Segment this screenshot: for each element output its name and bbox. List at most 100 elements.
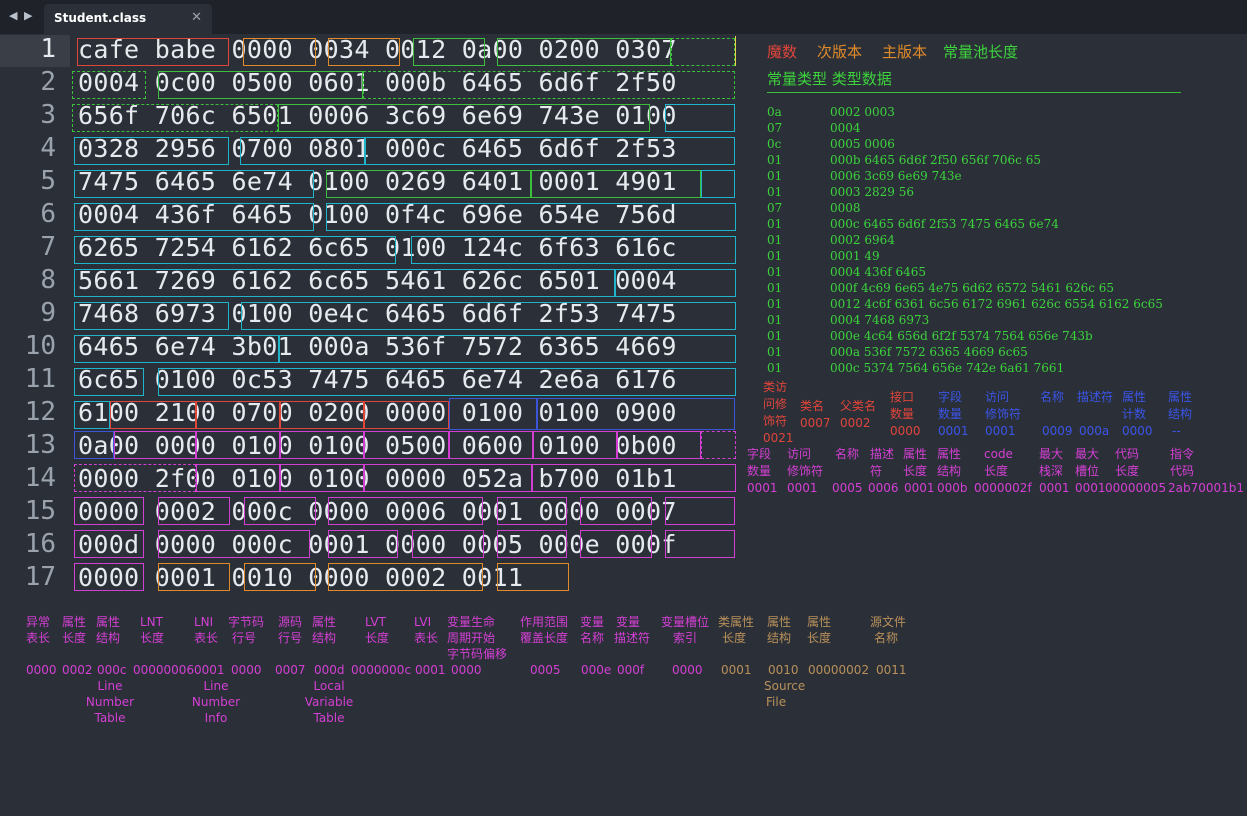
lvt-struct-label: 结构 — [312, 631, 337, 645]
code-line[interactable]: 7468 6973 0100 0e4c 6465 6d6f 2f53 7475 — [78, 299, 677, 328]
source-file-name: Source — [764, 679, 806, 693]
lnt-len-label: LNT — [140, 615, 163, 629]
cp-header: 常量类型 类型数据 — [767, 70, 892, 88]
cp-type: 01 — [767, 217, 783, 231]
lni-name: Number — [191, 695, 241, 709]
src-line-label: 行号 — [278, 631, 303, 645]
code-line[interactable]: 6100 2100 0700 0200 0000 0100 0100 0900 — [78, 398, 677, 427]
cp-data: 0001 49 — [830, 249, 880, 263]
src-file-value: 0011 — [876, 663, 907, 677]
cp-type: 01 — [767, 345, 783, 359]
line-number: 13 — [24, 430, 56, 460]
cp-type: 01 — [767, 185, 783, 199]
cp-data: 000c 5374 7564 656e 742e 6a61 7661 — [830, 361, 1065, 375]
code-line[interactable]: 7475 6465 6e74 0100 0269 6401 0001 4901 — [78, 167, 677, 196]
code-line[interactable]: cafe babe 0000 0034 0012 0a00 0200 0307 — [78, 35, 677, 64]
bc-line-label: 行号 — [232, 631, 257, 645]
code-line[interactable]: 0004 0c00 0500 0601 000b 6465 6d6f 2f50 — [78, 68, 677, 97]
slot-label: 变量槽位 — [661, 615, 710, 629]
sf-attr-len-value: 00000002 — [808, 663, 870, 677]
cp-type: 01 — [767, 265, 783, 279]
line-number: 15 — [24, 496, 56, 526]
code-line[interactable]: 0000 0001 0010 0000 0002 0011 — [78, 563, 523, 592]
slot-value: 0000 — [672, 663, 703, 677]
code-line[interactable]: 656f 706c 6501 0006 3c69 6e69 743e 0100 — [78, 101, 677, 130]
field-attr-value: 0000 — [1122, 424, 1153, 438]
cp-data: 000b 6465 6d6f 2f50 656f 706c 65 — [830, 153, 1041, 167]
var-desc-value: 000f — [617, 663, 645, 677]
this-class-label: 类名 — [800, 399, 825, 413]
method-count-value: 0001 — [747, 481, 778, 495]
cp-data: 0003 2829 56 — [830, 185, 914, 199]
lvi-len-value: 0001 — [415, 663, 446, 677]
lnt-name: Table — [94, 711, 126, 725]
code-line[interactable]: 0a00 0000 0100 0100 0500 0600 0100 0b00 — [78, 431, 677, 460]
max-locals-label: 最大 — [1075, 447, 1100, 461]
cp-divider — [767, 92, 1181, 93]
var-name-value: 000e — [581, 663, 612, 677]
scope-label: 覆盖长度 — [520, 631, 569, 645]
field-count-label: 字段 — [938, 390, 963, 404]
lni-len-label: 表长 — [194, 631, 219, 645]
line-number: 5 — [40, 166, 56, 196]
class-attr-len-label: 类属性 — [718, 615, 755, 629]
magic-label: 魔数 — [767, 43, 798, 61]
cp-type: 0c — [767, 137, 782, 151]
close-icon[interactable]: ✕ — [191, 10, 202, 25]
code-line[interactable]: 0328 2956 0700 0801 000c 6465 6d6f 2f53 — [78, 134, 677, 163]
slot-label: 索引 — [673, 631, 698, 645]
max-stack-value: 0001 — [1039, 481, 1070, 495]
code-line[interactable]: 6c65 0100 0c53 7475 6465 6e74 2e6a 6176 — [78, 365, 677, 394]
bytecode-length-value: 00000005 — [1105, 481, 1167, 495]
cp-type: 01 — [767, 313, 783, 327]
access-label: 饰符 — [763, 414, 788, 428]
code-line[interactable]: 0004 436f 6465 0100 0f4c 696e 654e 756d — [78, 200, 677, 229]
forward-icon[interactable]: ▶ — [24, 9, 32, 22]
cp-type: 01 — [767, 169, 783, 183]
method-name-label: 名称 — [835, 447, 860, 461]
class-attr-struct-label: 结构 — [767, 631, 792, 645]
method-attr-len-label: 长度 — [903, 464, 928, 478]
cp-data: 0004 436f 6465 — [830, 265, 927, 279]
cp-data: 000f 4c69 6e65 4e75 6d62 6572 5461 626c … — [830, 281, 1115, 295]
lnt-len-label: 长度 — [140, 631, 165, 645]
lvt-len-label: LVT — [365, 615, 386, 629]
field-attr-struct-label: 结构 — [1168, 407, 1193, 421]
code-line[interactable]: 6465 6e74 3b01 000a 536f 7572 6365 4669 — [78, 332, 677, 361]
var-name-label: 名称 — [580, 631, 605, 645]
method-attr-len-value: 0001 — [904, 481, 935, 495]
cp-type: 01 — [767, 329, 783, 343]
attr-struct-value: 000c — [97, 663, 127, 677]
src-line-value: 0007 — [275, 663, 306, 677]
cp-type: 01 — [767, 153, 783, 167]
exc-value: 0000 — [26, 663, 57, 677]
code-line[interactable]: 0000 0002 000c 0000 0006 0001 0000 0007 — [78, 497, 677, 526]
src-file-label: 源文件 — [870, 615, 907, 629]
scope-value: 0005 — [530, 663, 561, 677]
class-attr-struct-label: 属性 — [767, 615, 792, 629]
major-version-label: 主版本 — [882, 43, 928, 61]
code-line[interactable]: 5661 7269 6162 6c65 5461 626c 6501 0004 — [78, 266, 677, 295]
field-access-value: 0001 — [985, 424, 1016, 438]
lni-len-value: 0001 — [194, 663, 225, 677]
back-icon[interactable]: ◀ — [9, 9, 17, 22]
line-number: 4 — [40, 133, 56, 163]
line-number: 7 — [40, 232, 56, 262]
code-line[interactable]: 000d 0000 000c 0001 0000 0005 000e 000f — [78, 530, 677, 559]
code-line[interactable]: 6265 7254 6162 6c65 0100 124c 6f63 616c — [78, 233, 677, 262]
line-number: 16 — [24, 529, 56, 559]
tab-student-class[interactable]: Student.class ✕ — [44, 4, 212, 34]
field-attr-label: 属性 — [1122, 390, 1147, 404]
field-count-value: 0001 — [938, 424, 969, 438]
field-access-label: 修饰符 — [985, 407, 1022, 421]
field-desc-label: 描述符 — [1077, 390, 1114, 404]
lni-name: Line — [203, 679, 229, 693]
cp-data: 0008 — [830, 201, 861, 215]
access-label: 问修 — [763, 397, 788, 411]
field-attr-struct-label: 属性 — [1168, 390, 1193, 404]
attr-len-label: 长度 — [62, 631, 87, 645]
var-desc-label: 变量 — [616, 615, 641, 629]
code-line[interactable]: 0000 2f00 0100 0100 0000 052a b700 01b1 — [78, 464, 677, 493]
field-count-label: 数量 — [938, 407, 963, 421]
tab-bar: ◀ ▶ Student.class ✕ — [0, 0, 1247, 34]
